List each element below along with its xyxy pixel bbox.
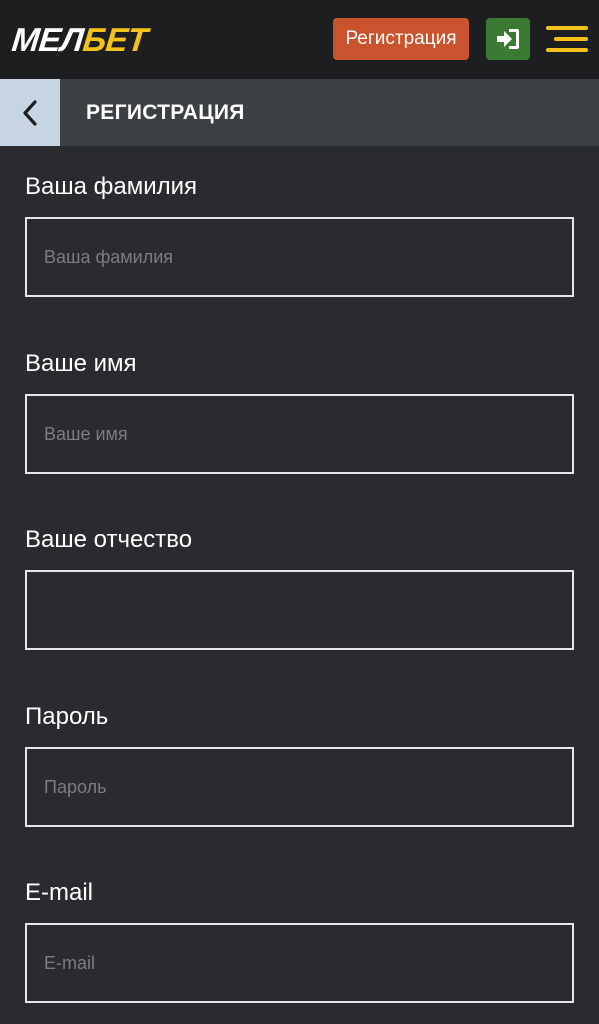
surname-label: Ваша фамилия [25, 173, 198, 200]
top-header: МЕЛБЕТ Регистрация [0, 0, 599, 79]
logo-part-1: МЕЛ [10, 21, 86, 58]
email-input[interactable] [25, 923, 574, 1003]
hamburger-menu-icon-bar [546, 48, 588, 52]
sign-in-icon [497, 29, 519, 49]
page-header: РЕГИСТРАЦИЯ [0, 79, 599, 146]
chevron-left-icon [23, 99, 37, 126]
menu-button[interactable] [544, 22, 588, 56]
login-button[interactable] [486, 18, 530, 60]
password-input[interactable] [25, 747, 574, 827]
melbet-logo[interactable]: МЕЛБЕТ [10, 18, 150, 62]
patronymic-label: Ваше отчество [25, 526, 193, 553]
first-name-label: Ваше имя [25, 350, 137, 377]
logo-part-2: БЕТ [81, 21, 150, 58]
hamburger-menu-icon-bar [554, 37, 588, 41]
back-button[interactable] [0, 79, 60, 146]
password-label: Пароль [25, 703, 109, 730]
hamburger-menu-icon [546, 26, 588, 30]
register-button[interactable]: Регистрация [333, 18, 469, 60]
page-title: РЕГИСТРАЦИЯ [86, 101, 245, 124]
first-name-input[interactable] [25, 394, 574, 474]
email-label: E-mail [25, 879, 94, 906]
surname-input[interactable] [25, 217, 574, 297]
patronymic-input[interactable] [25, 570, 574, 650]
